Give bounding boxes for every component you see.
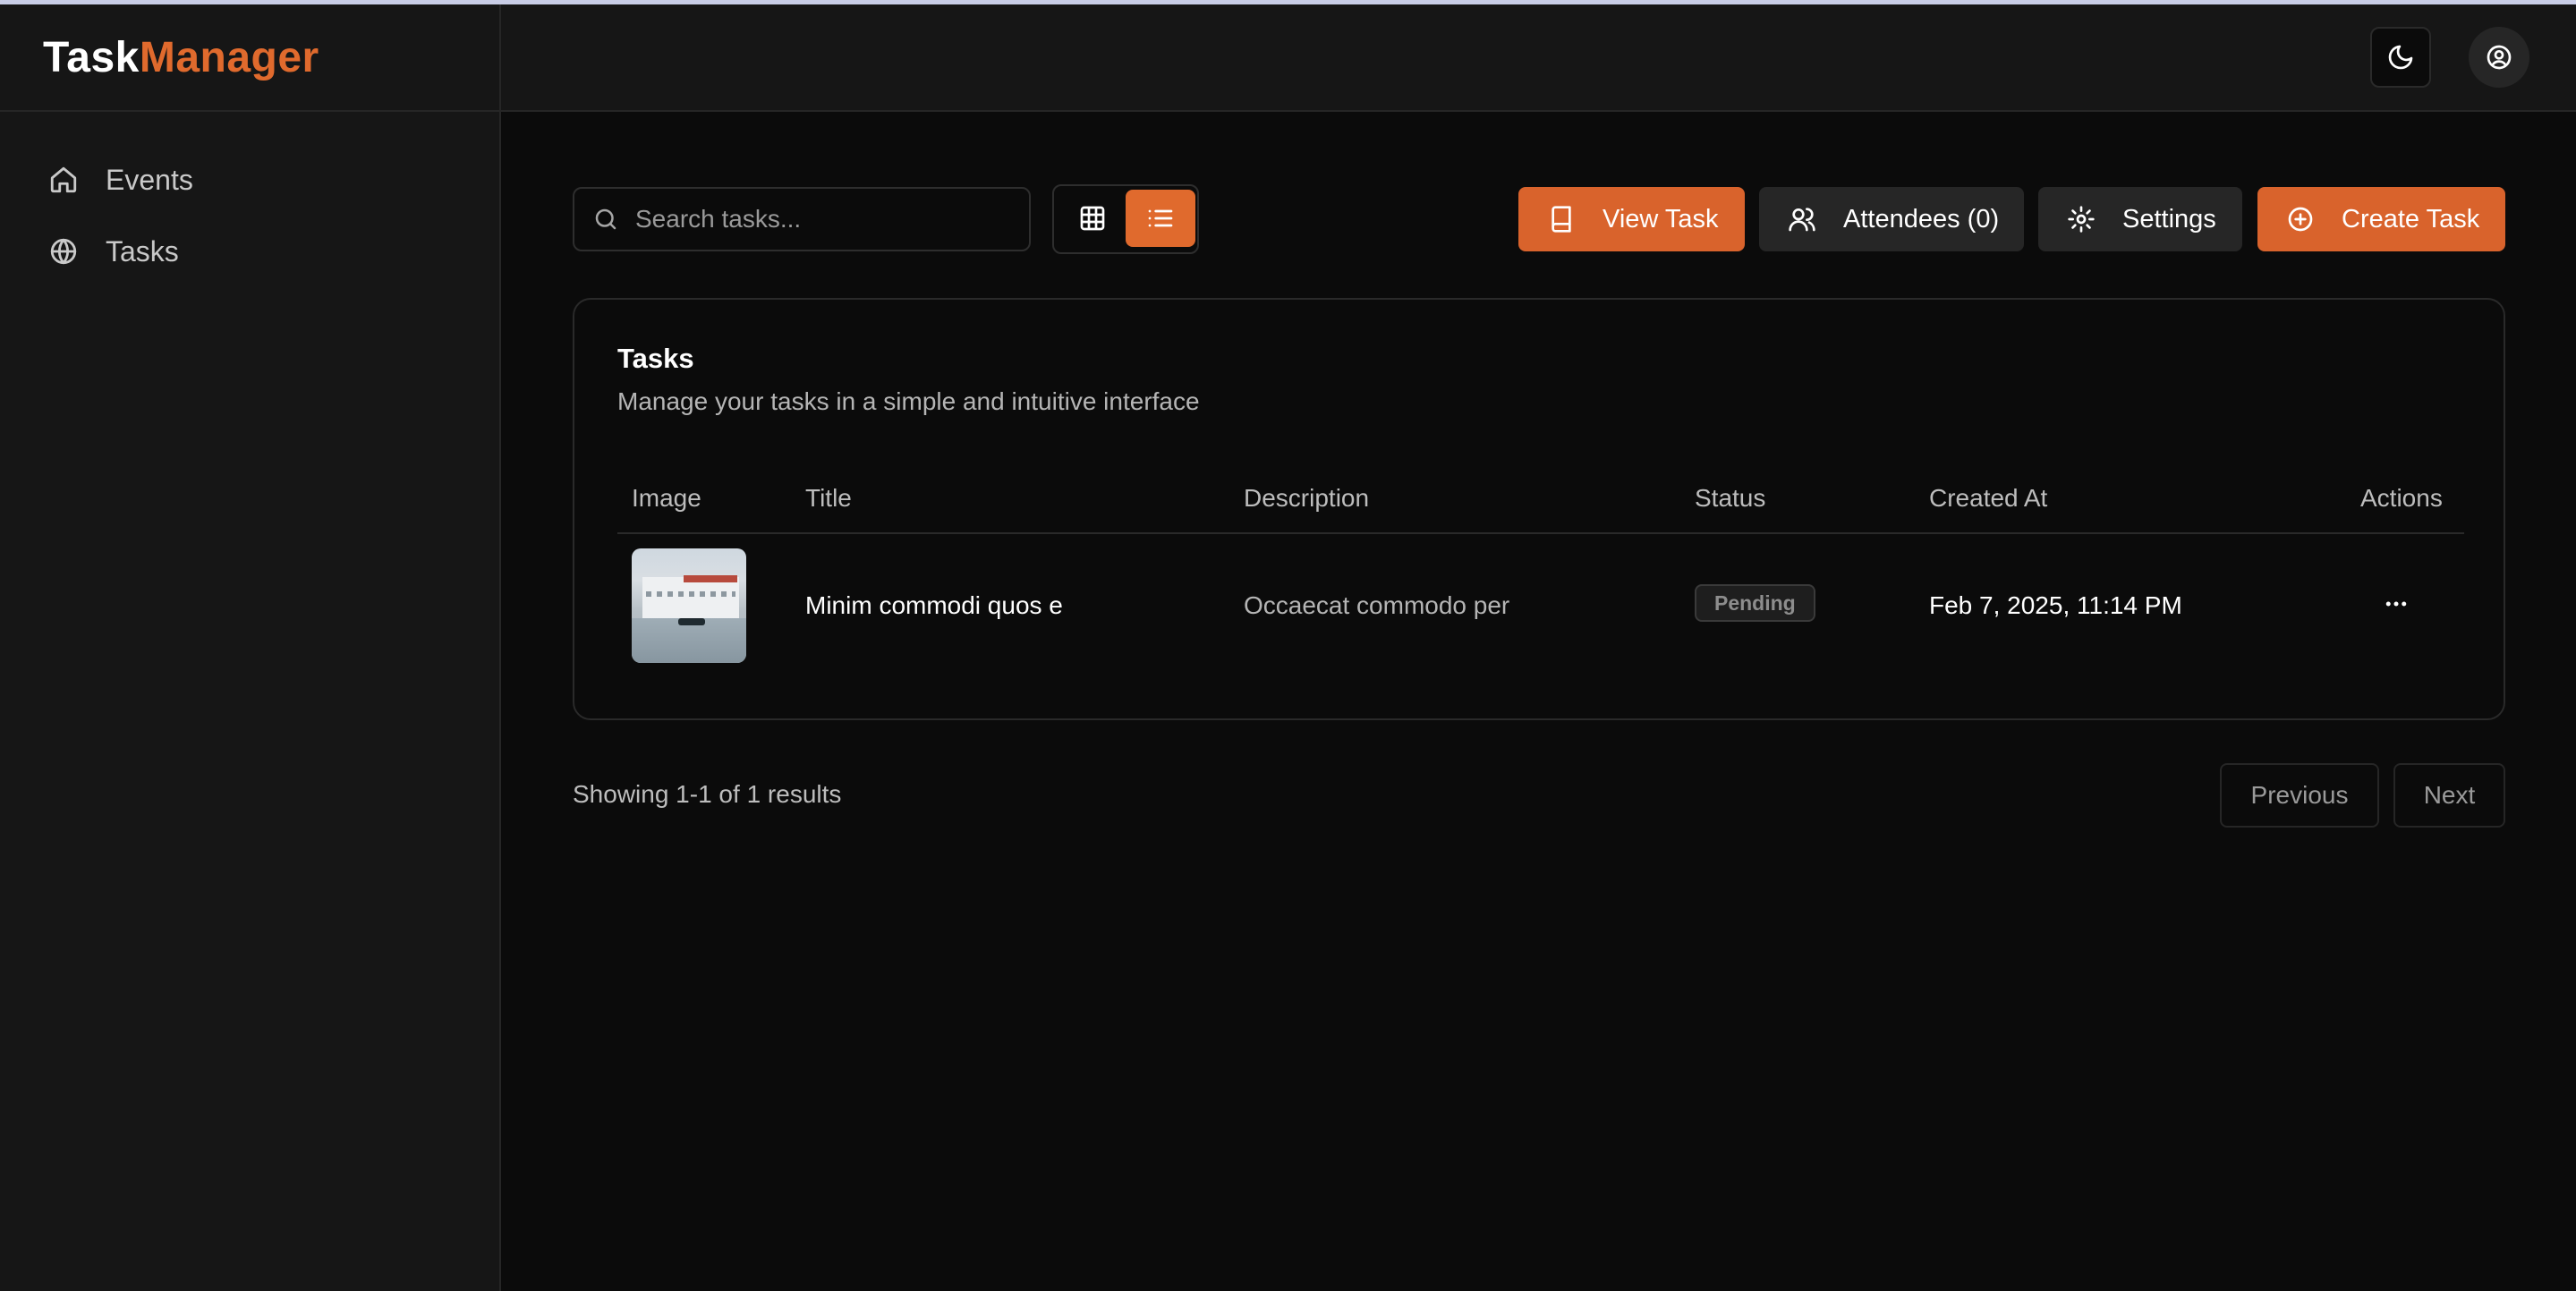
attendees-button[interactable]: Attendees (0) (1759, 187, 2024, 251)
column-header-image: Image (632, 484, 701, 512)
search-input[interactable] (633, 204, 1013, 234)
column-header-status: Status (1695, 484, 1766, 512)
task-title: Minim commodi quos e (805, 591, 1063, 619)
column-header-description: Description (1244, 484, 1370, 512)
sidebar-item-label: Tasks (106, 234, 179, 268)
sidebar: TaskManager Events Tasks (0, 4, 501, 1291)
task-created-at: Feb 7, 2025, 11:14 PM (1929, 591, 2182, 619)
settings-button[interactable]: Settings (2038, 187, 2242, 251)
user-circle-icon (2487, 45, 2512, 70)
results-count: Showing 1-1 of 1 results (573, 780, 842, 808)
create-task-label: Create Task (2342, 204, 2480, 234)
next-page-button[interactable]: Next (2393, 763, 2505, 828)
row-actions-button[interactable] (2375, 582, 2418, 625)
column-header-title: Title (805, 484, 852, 512)
view-mode-toggle (1052, 184, 1199, 254)
logo-text-task: Task (43, 33, 140, 81)
logo-area: TaskManager (0, 4, 499, 112)
task-description: Occaecat commodo per (1244, 591, 1510, 619)
view-task-label: View Task (1603, 204, 1719, 234)
header-divider (617, 532, 2464, 534)
settings-label: Settings (2122, 204, 2216, 234)
sidebar-item-label: Events (106, 163, 193, 196)
sidebar-item-events[interactable]: Events (0, 144, 499, 216)
moon-icon (2388, 45, 2413, 70)
status-badge: Pending (1695, 584, 1815, 622)
logo-text-manager: Manager (139, 33, 319, 81)
list-icon (1148, 209, 1173, 227)
user-menu-button[interactable] (2469, 27, 2529, 88)
attendees-label: Attendees (0) (1843, 204, 2000, 234)
card-title: Tasks (617, 343, 694, 374)
theme-toggle-button[interactable] (2370, 27, 2431, 88)
plus-circle-icon (2288, 207, 2313, 232)
sidebar-item-tasks[interactable]: Tasks (0, 216, 499, 287)
grid-view-button[interactable] (1058, 190, 1127, 247)
previous-page-button[interactable]: Previous (2220, 763, 2379, 828)
search-icon (595, 208, 616, 230)
users-icon (1789, 208, 1815, 232)
globe-icon (50, 238, 77, 265)
more-horizontal-icon (2385, 601, 2407, 607)
create-task-button[interactable]: Create Task (2257, 187, 2505, 251)
sidebar-nav: Events Tasks (0, 112, 499, 287)
grid-icon (1080, 206, 1105, 231)
column-header-actions: Actions (2360, 484, 2443, 512)
tasks-card: Tasks Manage your tasks in a simple and … (573, 298, 2505, 720)
card-subtitle: Manage your tasks in a simple and intuit… (617, 387, 1200, 415)
app-logo[interactable]: TaskManager (43, 33, 319, 82)
search-box[interactable] (573, 187, 1031, 251)
top-header (501, 4, 2576, 112)
list-view-button[interactable] (1126, 190, 1195, 247)
task-image (632, 548, 746, 663)
book-icon (1552, 206, 1571, 233)
home-icon (50, 166, 77, 193)
gear-icon (2068, 206, 2095, 233)
column-header-created-at: Created At (1929, 484, 2048, 512)
view-task-button[interactable]: View Task (1518, 187, 1745, 251)
